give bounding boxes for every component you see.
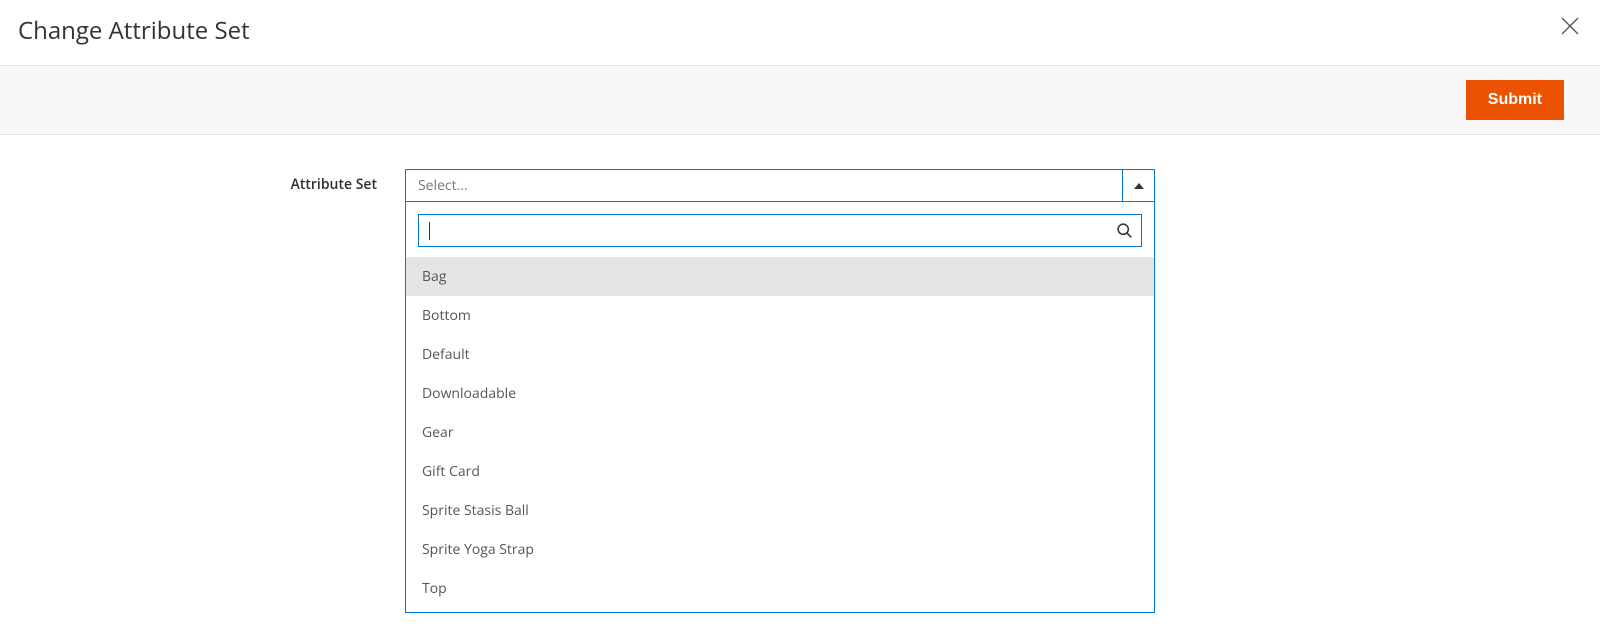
option-item[interactable]: Downloadable [406, 374, 1154, 413]
search-icon [1107, 222, 1141, 239]
dropdown-panel: BagBottomDefaultDownloadableGearGift Car… [405, 201, 1155, 613]
attribute-set-field: Attribute Set Select... [0, 169, 1600, 202]
modal-title: Change Attribute Set [18, 14, 250, 47]
options-list: BagBottomDefaultDownloadableGearGift Car… [406, 257, 1154, 612]
dropdown-search [418, 214, 1142, 247]
select-placeholder-text: Select... [406, 170, 1122, 201]
modal-header: Change Attribute Set [0, 0, 1600, 65]
option-item[interactable]: Bottom [406, 296, 1154, 335]
attribute-set-label: Attribute Set [0, 169, 405, 194]
option-item[interactable]: Gear [406, 413, 1154, 452]
attribute-set-select: Select... [405, 169, 1155, 202]
option-item[interactable]: Sprite Yoga Strap [406, 530, 1154, 569]
dropdown-search-wrap [406, 202, 1154, 257]
option-item[interactable]: Top [406, 569, 1154, 608]
option-item[interactable]: Sprite Stasis Ball [406, 491, 1154, 530]
submit-button[interactable]: Submit [1466, 80, 1564, 120]
text-caret [429, 222, 430, 240]
select-toggle[interactable] [1122, 170, 1154, 201]
form-area: Attribute Set Select... [0, 135, 1600, 202]
search-input[interactable] [419, 215, 1107, 246]
chevron-up-icon [1134, 183, 1144, 189]
close-button[interactable] [1558, 14, 1582, 40]
option-item[interactable]: Default [406, 335, 1154, 374]
change-attribute-set-modal: Change Attribute Set Submit Attribute Se… [0, 0, 1600, 202]
action-bar: Submit [0, 65, 1600, 135]
option-item[interactable]: Gift Card [406, 452, 1154, 491]
close-icon [1560, 16, 1580, 36]
select-display[interactable]: Select... [405, 169, 1155, 202]
option-item[interactable]: Bag [406, 257, 1154, 296]
